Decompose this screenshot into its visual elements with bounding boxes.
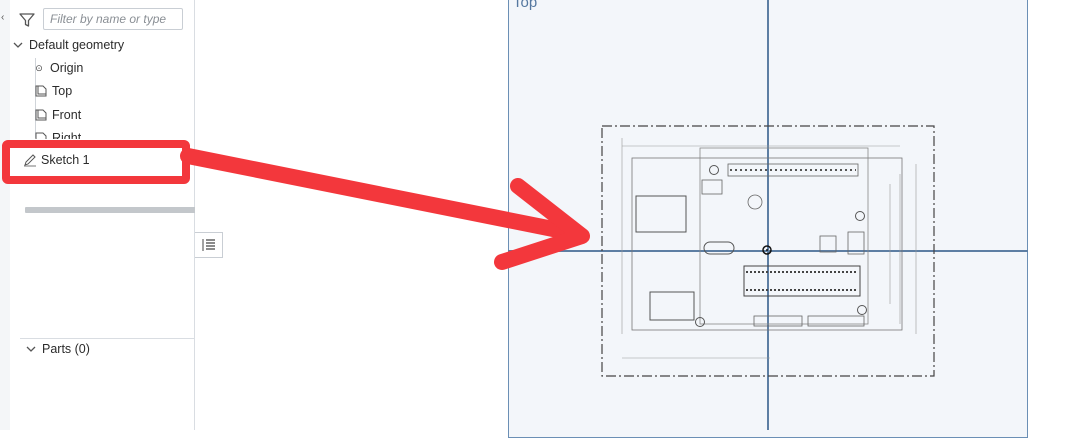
tree-item-label: Right xyxy=(52,131,82,139)
arduino-drawing-image xyxy=(601,125,935,377)
tree-item-label: Top xyxy=(52,84,73,98)
plane-icon xyxy=(35,85,47,97)
list-toggle-button[interactable] xyxy=(195,232,223,258)
chevron-down-icon[interactable] xyxy=(13,40,23,50)
parts-label: Parts (0) xyxy=(42,342,90,356)
feature-list-panel: Default geometry ⊙ Origin Top Front Righ… xyxy=(10,0,200,430)
filter-input[interactable] xyxy=(43,8,183,30)
plane-icon xyxy=(35,132,47,139)
tree-item-right[interactable]: Right xyxy=(34,131,81,139)
tree-item-label: Front xyxy=(52,108,82,122)
plane-label: Top xyxy=(513,0,538,11)
default-geometry-node[interactable]: Default geometry xyxy=(13,38,124,52)
filter-icon[interactable] xyxy=(18,11,36,29)
panel-toolbar-icons[interactable] xyxy=(130,0,190,4)
parts-node[interactable]: Parts (0) xyxy=(26,342,90,356)
panel-divider xyxy=(20,338,200,339)
tree-item-label: Origin xyxy=(50,61,84,75)
tree-item-front[interactable]: Front xyxy=(34,108,81,122)
origin-point-icon: ⊙ xyxy=(35,62,43,73)
default-geometry-label: Default geometry xyxy=(29,38,125,52)
tree-item-top[interactable]: Top xyxy=(34,84,72,98)
plane-icon xyxy=(35,109,47,121)
chevron-down-icon[interactable] xyxy=(26,344,36,354)
tree-item-origin[interactable]: ⊙ Origin xyxy=(34,61,83,75)
list-icon xyxy=(202,239,215,251)
collapse-chevron-icon[interactable]: ‹ xyxy=(1,12,4,23)
highlight-box xyxy=(2,140,190,184)
filter-row xyxy=(18,7,196,33)
rollback-bar[interactable] xyxy=(25,207,196,213)
